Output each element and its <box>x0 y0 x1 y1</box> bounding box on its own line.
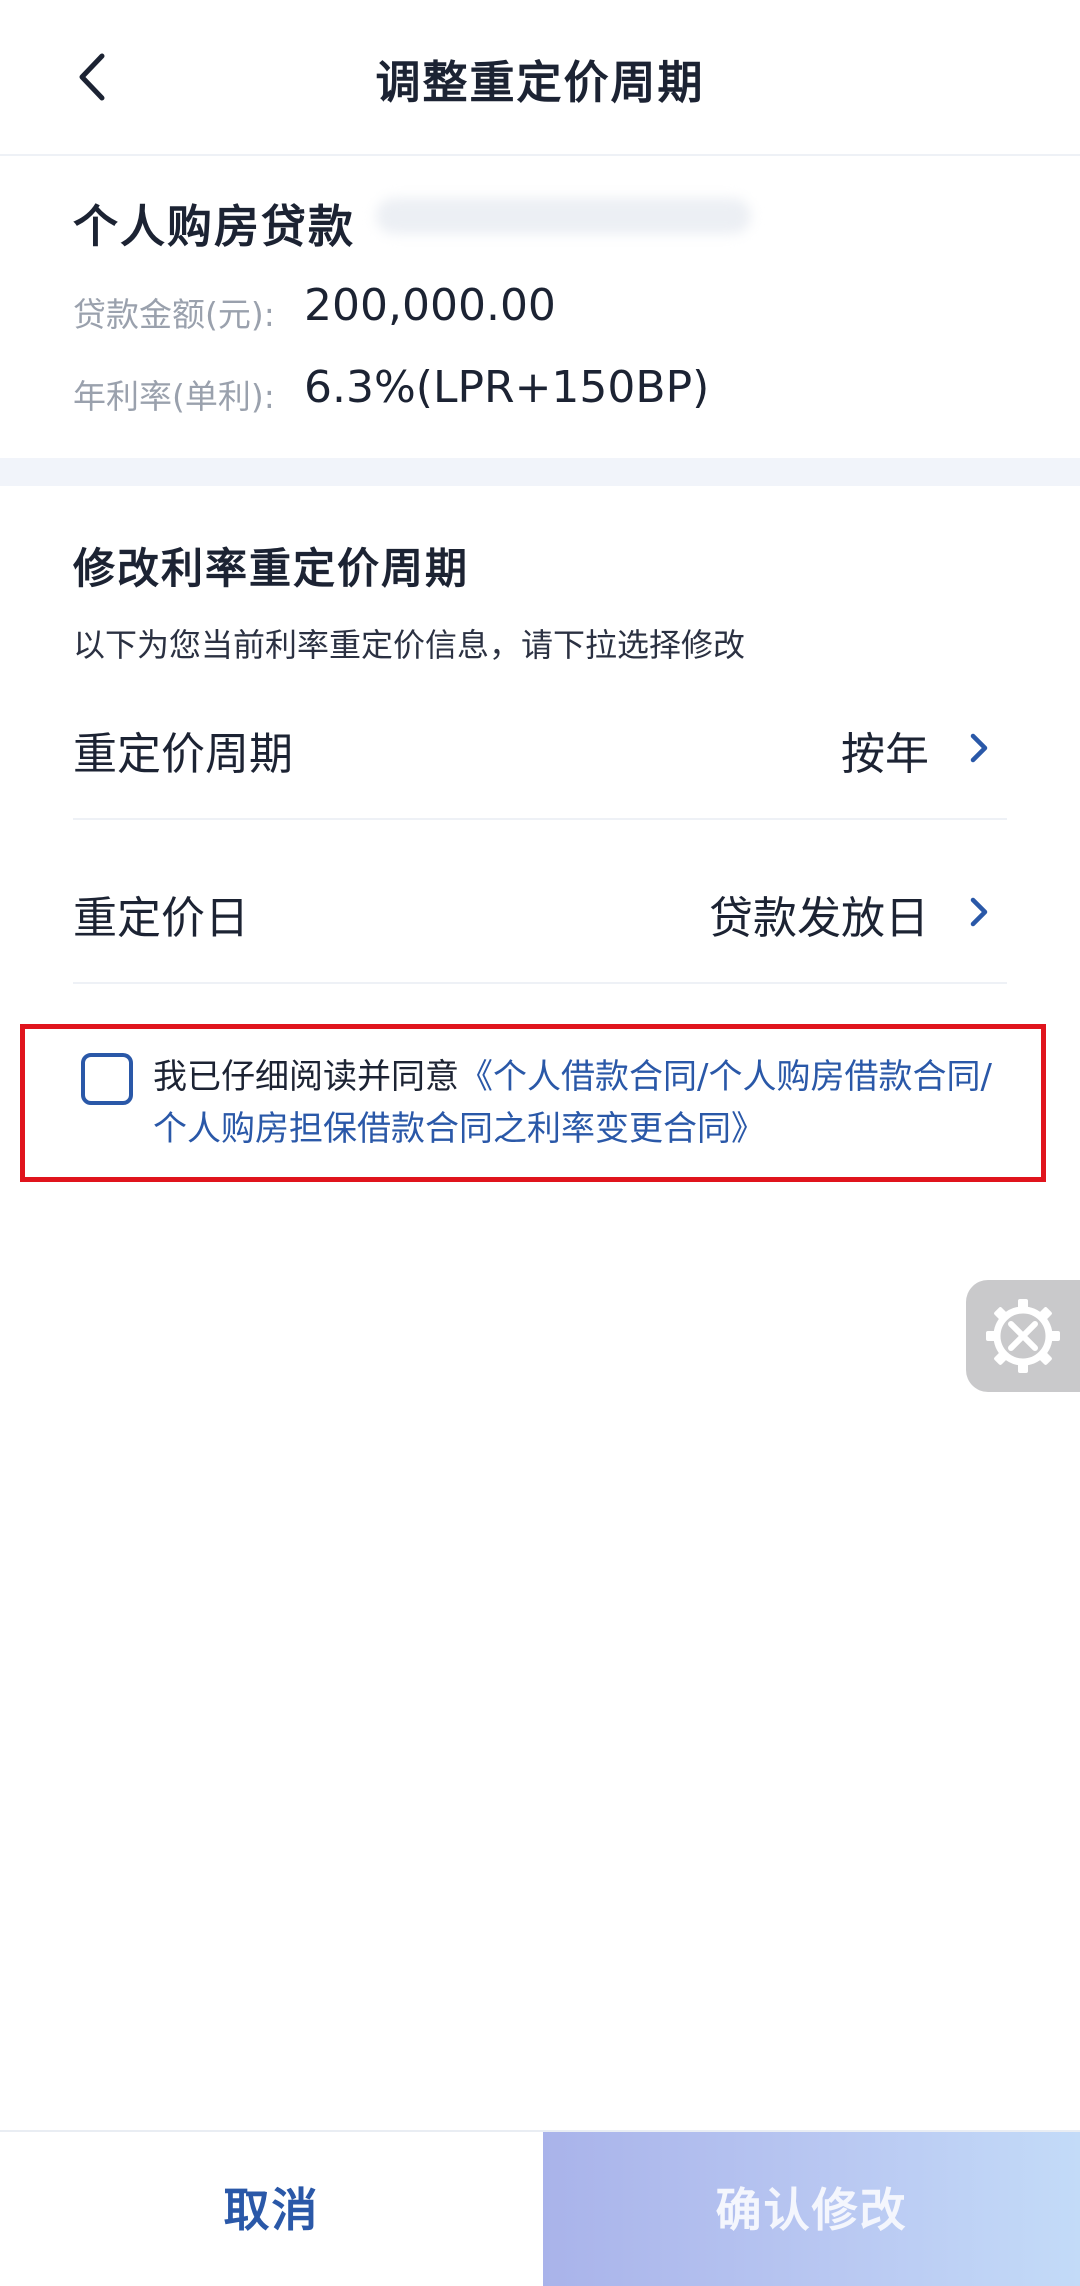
agreement-prefix: 我已仔细阅读并同意 <box>153 1057 459 1097</box>
loan-amount-label: 贷款金额(元): <box>73 295 275 334</box>
cancel-button[interactable]: 取消 <box>0 2132 543 2286</box>
chevron-right-icon <box>970 897 988 927</box>
loan-rate-value: 6.3%(LPR+150BP) <box>304 362 710 413</box>
chevron-right-icon <box>970 733 988 763</box>
repricing-period-label: 重定价周期 <box>73 729 293 780</box>
repricing-day-label: 重定价日 <box>73 893 249 944</box>
gear-tools-icon <box>986 1299 1060 1373</box>
section-divider <box>0 458 1080 486</box>
page: 调整重定价周期 个人购房贷款 贷款金额(元): 200,000.00 年利率(单… <box>0 0 1080 2286</box>
repricing-period-value: 按年 <box>841 729 929 780</box>
loan-amount-value: 200,000.00 <box>304 280 556 331</box>
section-title: 修改利率重定价周期 <box>73 544 470 593</box>
loan-rate-label: 年利率(单利): <box>73 377 275 416</box>
section-subtitle: 以下为您当前利率重定价信息，请下拉选择修改 <box>73 626 746 664</box>
floating-tools-button[interactable] <box>966 1280 1080 1392</box>
page-title: 调整重定价周期 <box>375 56 705 109</box>
repricing-day-value: 贷款发放日 <box>709 893 929 944</box>
repricing-period-row[interactable]: 重定价周期 按年 <box>73 670 1007 820</box>
repricing-day-row[interactable]: 重定价日 贷款发放日 <box>73 834 1007 984</box>
loan-id-blurred <box>376 198 751 234</box>
bottom-action-bar: 取消 确认修改 <box>0 2130 1080 2286</box>
agreement-highlight-box: 我已仔细阅读并同意《个人借款合同/个人购房借款合同/个人购房担保借款合同之利率变… <box>20 1024 1046 1182</box>
confirm-button[interactable]: 确认修改 <box>543 2132 1080 2286</box>
agreement-checkbox[interactable] <box>81 1053 133 1105</box>
loan-name: 个人购房贷款 <box>73 200 356 253</box>
header: 调整重定价周期 <box>0 0 1080 156</box>
agreement-text: 我已仔细阅读并同意《个人借款合同/个人购房借款合同/个人购房担保借款合同之利率变… <box>153 1051 1013 1155</box>
